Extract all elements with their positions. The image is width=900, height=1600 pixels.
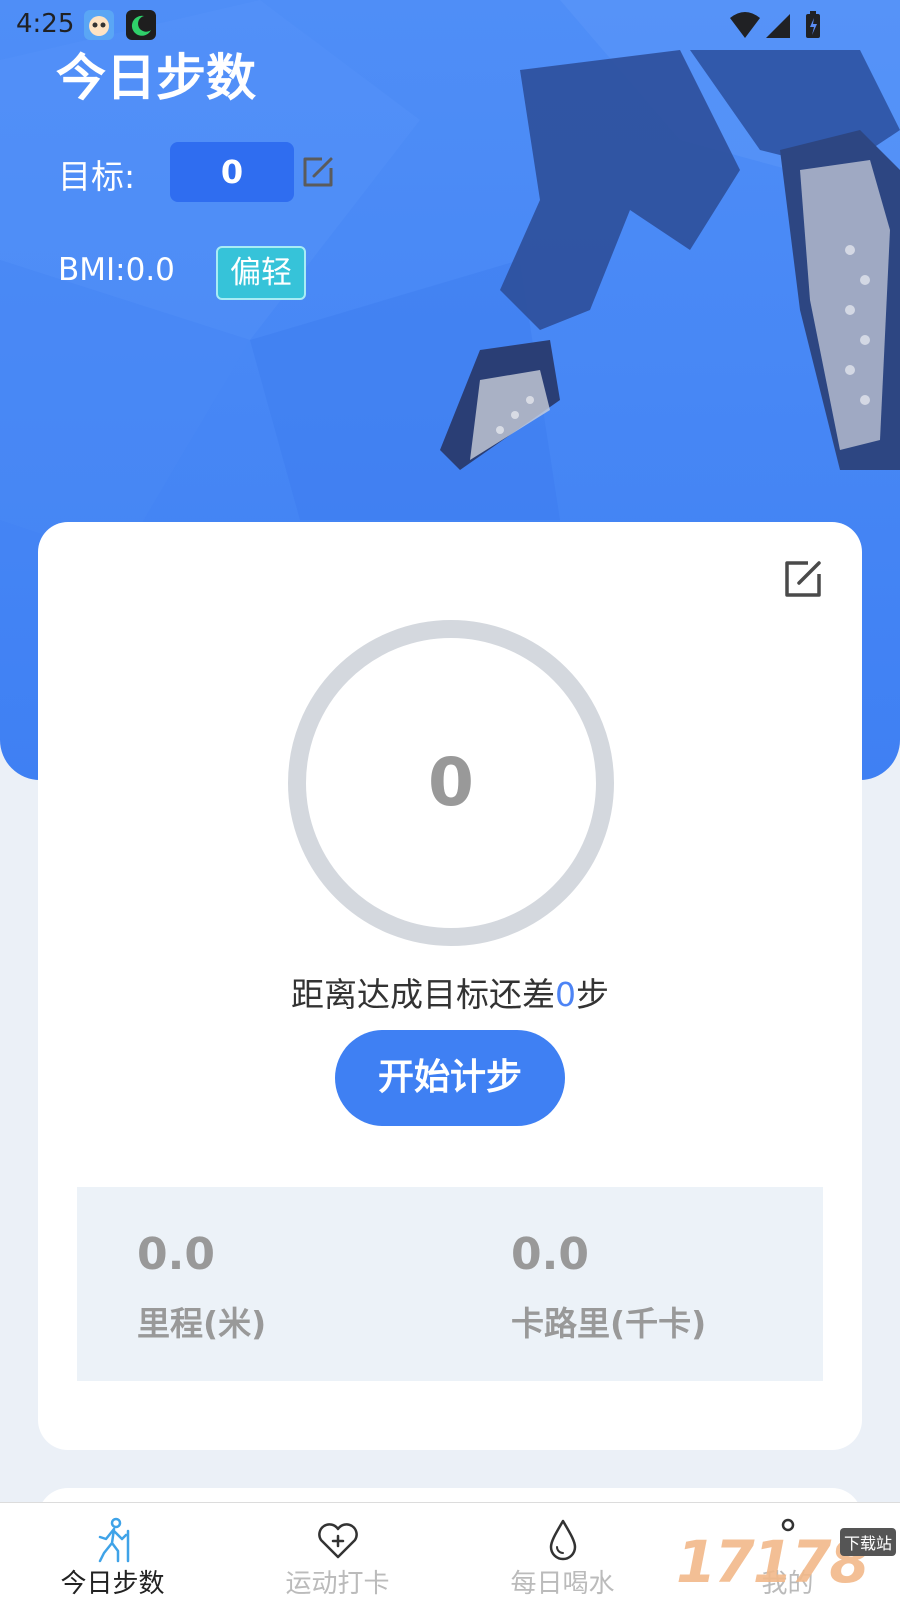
watermark-logo: 17178 下载站 [676, 1528, 900, 1600]
remaining-steps-value: 0 [555, 975, 576, 1014]
calories-value: 0.0 [511, 1229, 589, 1280]
tab-exercise-checkin[interactable]: 运动打卡 [225, 1503, 450, 1600]
runner-illustration [440, 50, 900, 470]
app-icon-moon [126, 10, 156, 40]
step-counter-card: 0 距离达成目标还差0步 开始计步 0.0 里程(米) 0.0 卡路里(千卡) [38, 522, 862, 1450]
tab-daily-water[interactable]: 每日喝水 [450, 1503, 675, 1600]
signal-icon [766, 14, 790, 38]
edit-icon[interactable] [782, 558, 824, 600]
status-time: 4:25 [16, 9, 75, 39]
remaining-suffix: 步 [576, 975, 609, 1014]
bmi-status-badge: 偏轻 [216, 246, 306, 300]
status-right-icons [730, 11, 820, 38]
status-bar: 4:25 [0, 0, 900, 50]
start-counting-button[interactable]: 开始计步 [335, 1030, 565, 1126]
remaining-prefix: 距离达成目标还差 [291, 975, 555, 1014]
calories-label: 卡路里(千卡) [511, 1304, 707, 1343]
app-icon-face [84, 10, 114, 40]
heart-plus-icon [318, 1523, 358, 1559]
distance-value: 0.0 [137, 1229, 215, 1280]
target-value-field[interactable]: 0 [170, 142, 294, 202]
bmi-label: BMI:0.0 [58, 252, 175, 288]
remaining-steps-text: 距离达成目标还差0步 [38, 968, 862, 1016]
tab-label-today-steps: 今日步数 [60, 1569, 165, 1599]
battery-icon [806, 11, 820, 38]
target-label: 目标: [58, 157, 136, 196]
watermark-small-label: 下载站 [839, 1528, 896, 1556]
tab-today-steps[interactable]: 今日步数 [0, 1503, 225, 1600]
distance-label: 里程(米) [137, 1304, 267, 1343]
tab-label-exercise-checkin: 运动打卡 [285, 1569, 390, 1599]
wifi-icon [730, 12, 760, 38]
walking-icon [98, 1517, 130, 1563]
step-count-value: 0 [428, 744, 474, 821]
edit-target-icon[interactable] [300, 154, 336, 190]
tab-label-daily-water: 每日喝水 [510, 1569, 615, 1599]
stats-panel: 0.0 里程(米) 0.0 卡路里(千卡) [77, 1187, 823, 1381]
water-drop-icon [549, 1519, 577, 1561]
